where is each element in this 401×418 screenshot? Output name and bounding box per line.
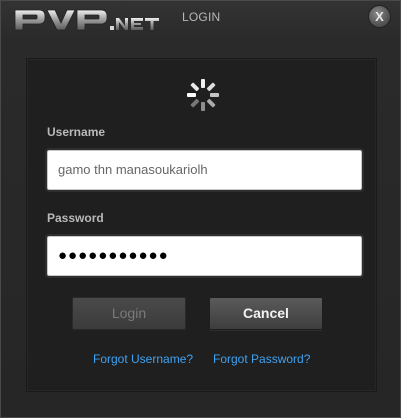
forgot-password-link[interactable]: Forgot Password? <box>213 352 310 366</box>
window-title: LOGIN <box>182 10 221 24</box>
password-label: Password <box>47 211 104 225</box>
forgot-username-link[interactable]: Forgot Username? <box>93 352 193 366</box>
login-panel: Username gamo thn manasoukariolh Passwor… <box>26 58 377 392</box>
loading-spinner-icon <box>187 79 219 111</box>
username-field[interactable]: gamo thn manasoukariolh <box>45 148 364 192</box>
login-button[interactable]: Login <box>72 297 186 330</box>
username-label: Username <box>47 125 106 139</box>
title-bar: LOGIN X <box>1 1 400 39</box>
cancel-button[interactable]: Cancel <box>209 297 323 330</box>
login-window: LOGIN X Username gamo thn manasoukariolh… <box>0 0 401 418</box>
close-icon[interactable]: X <box>368 5 391 28</box>
pvp-net-logo <box>13 4 173 34</box>
password-field[interactable]: ●●●●●●●●●●● <box>45 234 364 278</box>
